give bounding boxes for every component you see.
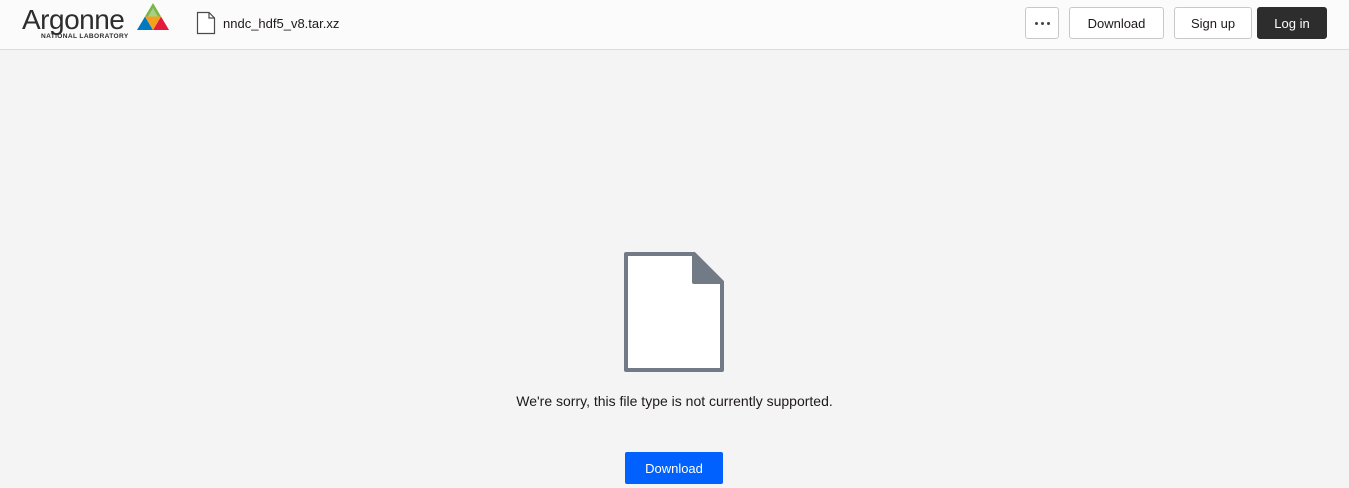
header-download-button[interactable]: Download: [1069, 7, 1164, 39]
argonne-triangle-logo-icon: [137, 3, 169, 30]
preview-area: We're sorry, this file type is not curre…: [0, 50, 1349, 488]
sign-up-button[interactable]: Sign up: [1174, 7, 1252, 39]
argonne-logo[interactable]: Argonne NATIONAL LABORATORY: [22, 2, 172, 44]
download-button[interactable]: Download: [625, 452, 723, 484]
log-in-button[interactable]: Log in: [1257, 7, 1327, 39]
unsupported-file-message: We're sorry, this file type is not curre…: [516, 393, 833, 409]
more-horizontal-icon: [1034, 21, 1050, 25]
generic-file-icon: [624, 252, 724, 372]
more-options-button[interactable]: [1025, 7, 1059, 39]
logo-subtitle: NATIONAL LABORATORY: [41, 33, 129, 40]
file-name: nndc_hdf5_v8.tar.xz: [223, 15, 340, 31]
file-title: nndc_hdf5_v8.tar.xz: [196, 11, 339, 35]
file-icon: [196, 11, 216, 35]
top-bar: Argonne NATIONAL LABORATORY nndc_hdf5_v8…: [0, 0, 1349, 50]
